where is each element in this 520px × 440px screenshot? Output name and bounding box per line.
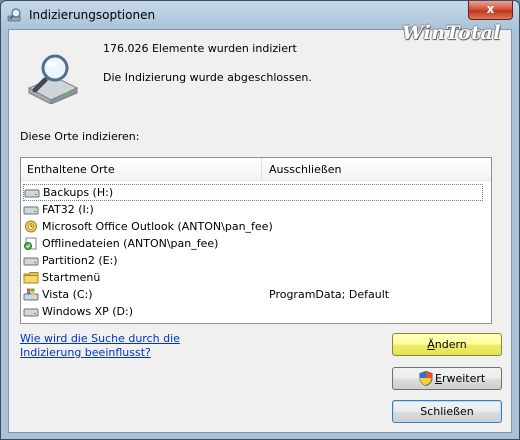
change-button[interactable]: Ändern	[392, 333, 502, 356]
location-name: Vista (C:)	[42, 288, 93, 301]
location-row-partition2[interactable]: Partition2 (E:)	[21, 252, 491, 269]
drive-icon	[24, 189, 40, 198]
location-name: FAT32 (I:)	[42, 203, 94, 216]
location-rows: Backups (H:) FAT32 (I:) Microsoft Office…	[21, 184, 491, 320]
advanced-label: rweitert	[441, 372, 486, 385]
close-window-button[interactable]: x	[468, 1, 513, 20]
indexing-options-icon	[7, 8, 21, 22]
drive-icon	[23, 308, 39, 317]
location-row-vista[interactable]: Vista (C:) ProgramData; Default	[21, 286, 491, 303]
location-name: Microsoft Office Outlook (ANTON\pan_fee)	[42, 220, 273, 233]
location-row-offline-files[interactable]: Offlinedateien (ANTON\pan_fee)	[21, 235, 491, 252]
outlook-icon	[25, 220, 37, 233]
locations-label: Diese Orte indizieren:	[20, 130, 140, 143]
column-divider[interactable]	[261, 158, 262, 180]
magnifier-drive-icon	[27, 54, 79, 104]
location-name: Windows XP (D:)	[42, 305, 134, 318]
location-name: Backups (H:)	[43, 186, 114, 199]
list-header: Enthaltene Orte Ausschließen	[21, 158, 491, 181]
location-row-fat32[interactable]: FAT32 (I:)	[21, 201, 491, 218]
window-title: Indizierungsoptionen	[29, 8, 156, 22]
location-row-backups[interactable]: Backups (H:)	[23, 184, 483, 201]
location-row-windows-xp[interactable]: Windows XP (D:)	[21, 303, 491, 320]
column-header-exclude[interactable]: Ausschließen	[269, 163, 342, 176]
location-name: Offlinedateien (ANTON\pan_fee)	[42, 237, 219, 250]
drive-icon	[23, 257, 39, 266]
indexing-options-window: Indizierungsoptionen x WinTotal 176.026 …	[0, 0, 520, 440]
location-exclude: ProgramData; Default	[269, 288, 390, 301]
close-icon: x	[486, 2, 495, 16]
change-mnemonic: Ä	[427, 338, 435, 351]
column-header-included[interactable]: Enthaltene Orte	[27, 163, 115, 176]
location-row-startmenu[interactable]: Startmenü	[21, 269, 491, 286]
offline-files-icon	[24, 237, 37, 250]
location-name: Startmenü	[42, 271, 101, 284]
close-button[interactable]: Schließen	[392, 400, 502, 423]
indexed-items-count: 176.026 Elemente wurden indiziert	[103, 42, 297, 55]
advanced-mnemonic: E	[435, 372, 442, 385]
dialog-body: WinTotal 176.026 Elemente wurden indizie…	[8, 22, 512, 433]
change-label: ndern	[434, 338, 467, 351]
location-row-outlook[interactable]: Microsoft Office Outlook (ANTON\pan_fee)	[21, 218, 491, 235]
location-name: Partition2 (E:)	[42, 254, 118, 267]
drive-icon	[23, 206, 39, 215]
folder-icon	[23, 272, 39, 284]
indexing-help-link[interactable]: Wie wird die Suche durch die Indizierung…	[20, 332, 240, 360]
wintotal-watermark: WinTotal	[402, 22, 501, 44]
shield-icon	[419, 371, 433, 386]
indexed-locations-list[interactable]: Enthaltene Orte Ausschließen Backups (H:…	[20, 157, 492, 324]
windows-drive-icon	[23, 288, 39, 301]
advanced-button[interactable]: Erweitert	[392, 367, 502, 390]
indexing-status: Die Indizierung wurde abgeschlossen.	[103, 71, 312, 84]
